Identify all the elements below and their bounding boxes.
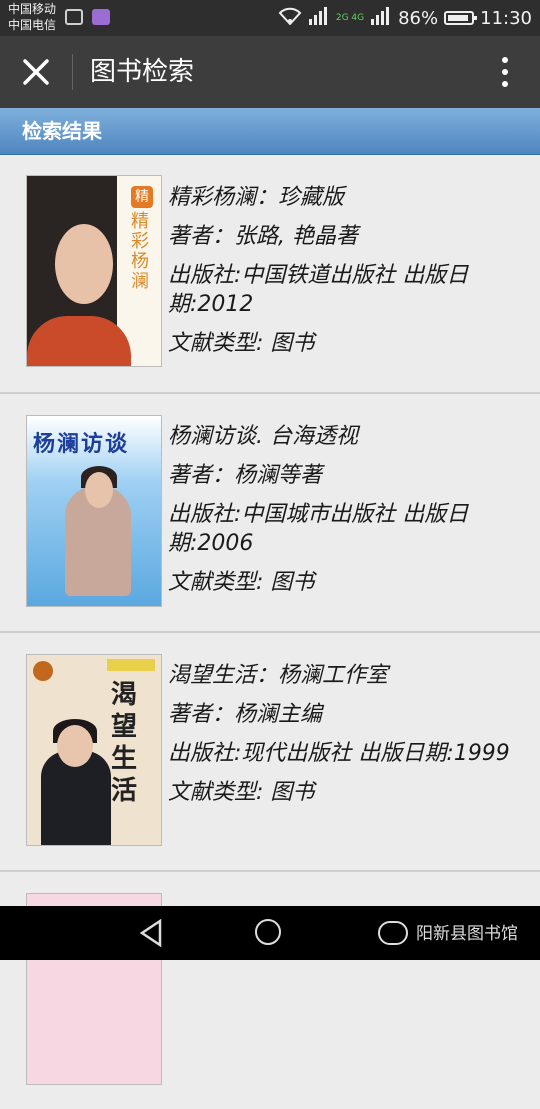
- book-title[interactable]: 精彩杨澜：珍藏版: [168, 183, 530, 212]
- battery-icon: [444, 11, 478, 25]
- carrier-info: 中国移动 中国电信: [8, 1, 56, 33]
- more-vertical-icon: [502, 57, 508, 87]
- status-right: 2G 4G 86% 11:30: [278, 0, 532, 36]
- back-button[interactable]: [134, 916, 168, 950]
- carrier-1: 中国移动: [8, 2, 57, 16]
- more-options-button[interactable]: [490, 52, 520, 92]
- watermark-text: 阳新县图书馆: [416, 924, 518, 944]
- book-info: 渴望生活：杨澜工作室 著者：杨澜主编 出版社:现代出版社 出版日期:1999 文…: [168, 661, 530, 817]
- home-button[interactable]: [255, 919, 281, 945]
- gallery-icon: [92, 9, 110, 25]
- book-title[interactable]: 渴望生活：杨澜工作室: [168, 661, 530, 690]
- book-info: 精彩杨澜：珍藏版 著者：张路, 艳晶著 出版社:中国铁道出版社 出版日期:201…: [168, 183, 530, 368]
- message-icon: [65, 9, 83, 25]
- clock: 11:30: [480, 7, 532, 29]
- wifi-icon: [278, 7, 302, 30]
- close-icon: [23, 59, 49, 85]
- book-title[interactable]: 杨澜访谈. 台海透视: [168, 422, 530, 451]
- list-item[interactable]: 杨澜访谈 杨澜访谈. 台海透视 著者：杨澜等著 出版社:中国城市出版社 出版日期…: [0, 394, 540, 633]
- book-author: 著者：杨澜等著: [168, 463, 323, 488]
- book-list: 精 精彩杨澜 精彩杨澜：珍藏版 著者：张路, 艳晶著 出版社:中国铁道出版社 出…: [0, 155, 540, 1109]
- page-title: 图书检索: [90, 57, 195, 87]
- title-divider: [72, 54, 73, 90]
- book-author: 著者：张路, 艳晶著: [168, 224, 358, 249]
- book-type: 文献类型: 图书: [168, 570, 315, 595]
- book-publisher: 出版社:现代出版社 出版日期:1999: [168, 741, 510, 766]
- cover-title: 精彩杨澜: [131, 211, 149, 292]
- title-bar: 图书检索: [0, 36, 540, 108]
- list-item[interactable]: 精 精彩杨澜 精彩杨澜：珍藏版 著者：张路, 艳晶著 出版社:中国铁道出版社 出…: [0, 155, 540, 394]
- cover-title: 渴望生活: [111, 680, 138, 806]
- battery-percent: 86%: [398, 7, 439, 29]
- book-cover[interactable]: 精 精彩杨澜: [27, 176, 161, 366]
- signal-icon-2: [370, 6, 392, 30]
- network-label: 2G 4G: [335, 12, 365, 23]
- navigation-bar: 阳新县图书馆: [0, 906, 540, 960]
- close-button[interactable]: [14, 52, 58, 92]
- book-publisher: 出版社:中国铁道出版社 出版日期:2012: [168, 263, 469, 317]
- results-header: 检索结果: [0, 108, 540, 155]
- book-type: 文献类型: 图书: [168, 331, 315, 356]
- book-cover[interactable]: 杨澜访谈: [27, 416, 161, 606]
- book-info: 杨澜访谈. 台海透视 著者：杨澜等著 出版社:中国城市出版社 出版日期:2006…: [168, 422, 530, 607]
- results-header-label: 检索结果: [22, 119, 102, 143]
- back-triangle-icon: [139, 918, 162, 948]
- book-type: 文献类型: 图书: [168, 780, 315, 805]
- wechat-icon: [378, 921, 408, 945]
- status-bar: 中国移动 中国电信 2G 4G 86% 11:30: [0, 0, 540, 36]
- carrier-2: 中国电信: [8, 18, 57, 32]
- list-item[interactable]: 渴望生活 渴望生活：杨澜工作室 著者：杨澜主编 出版社:现代出版社 出版日期:1…: [0, 633, 540, 872]
- book-publisher: 出版社:中国城市出版社 出版日期:2006: [168, 502, 469, 556]
- cover-title: 杨澜访谈: [33, 432, 130, 457]
- book-author: 著者：杨澜主编: [168, 702, 323, 727]
- book-cover[interactable]: 渴望生活: [27, 655, 161, 845]
- signal-icon: [308, 6, 330, 30]
